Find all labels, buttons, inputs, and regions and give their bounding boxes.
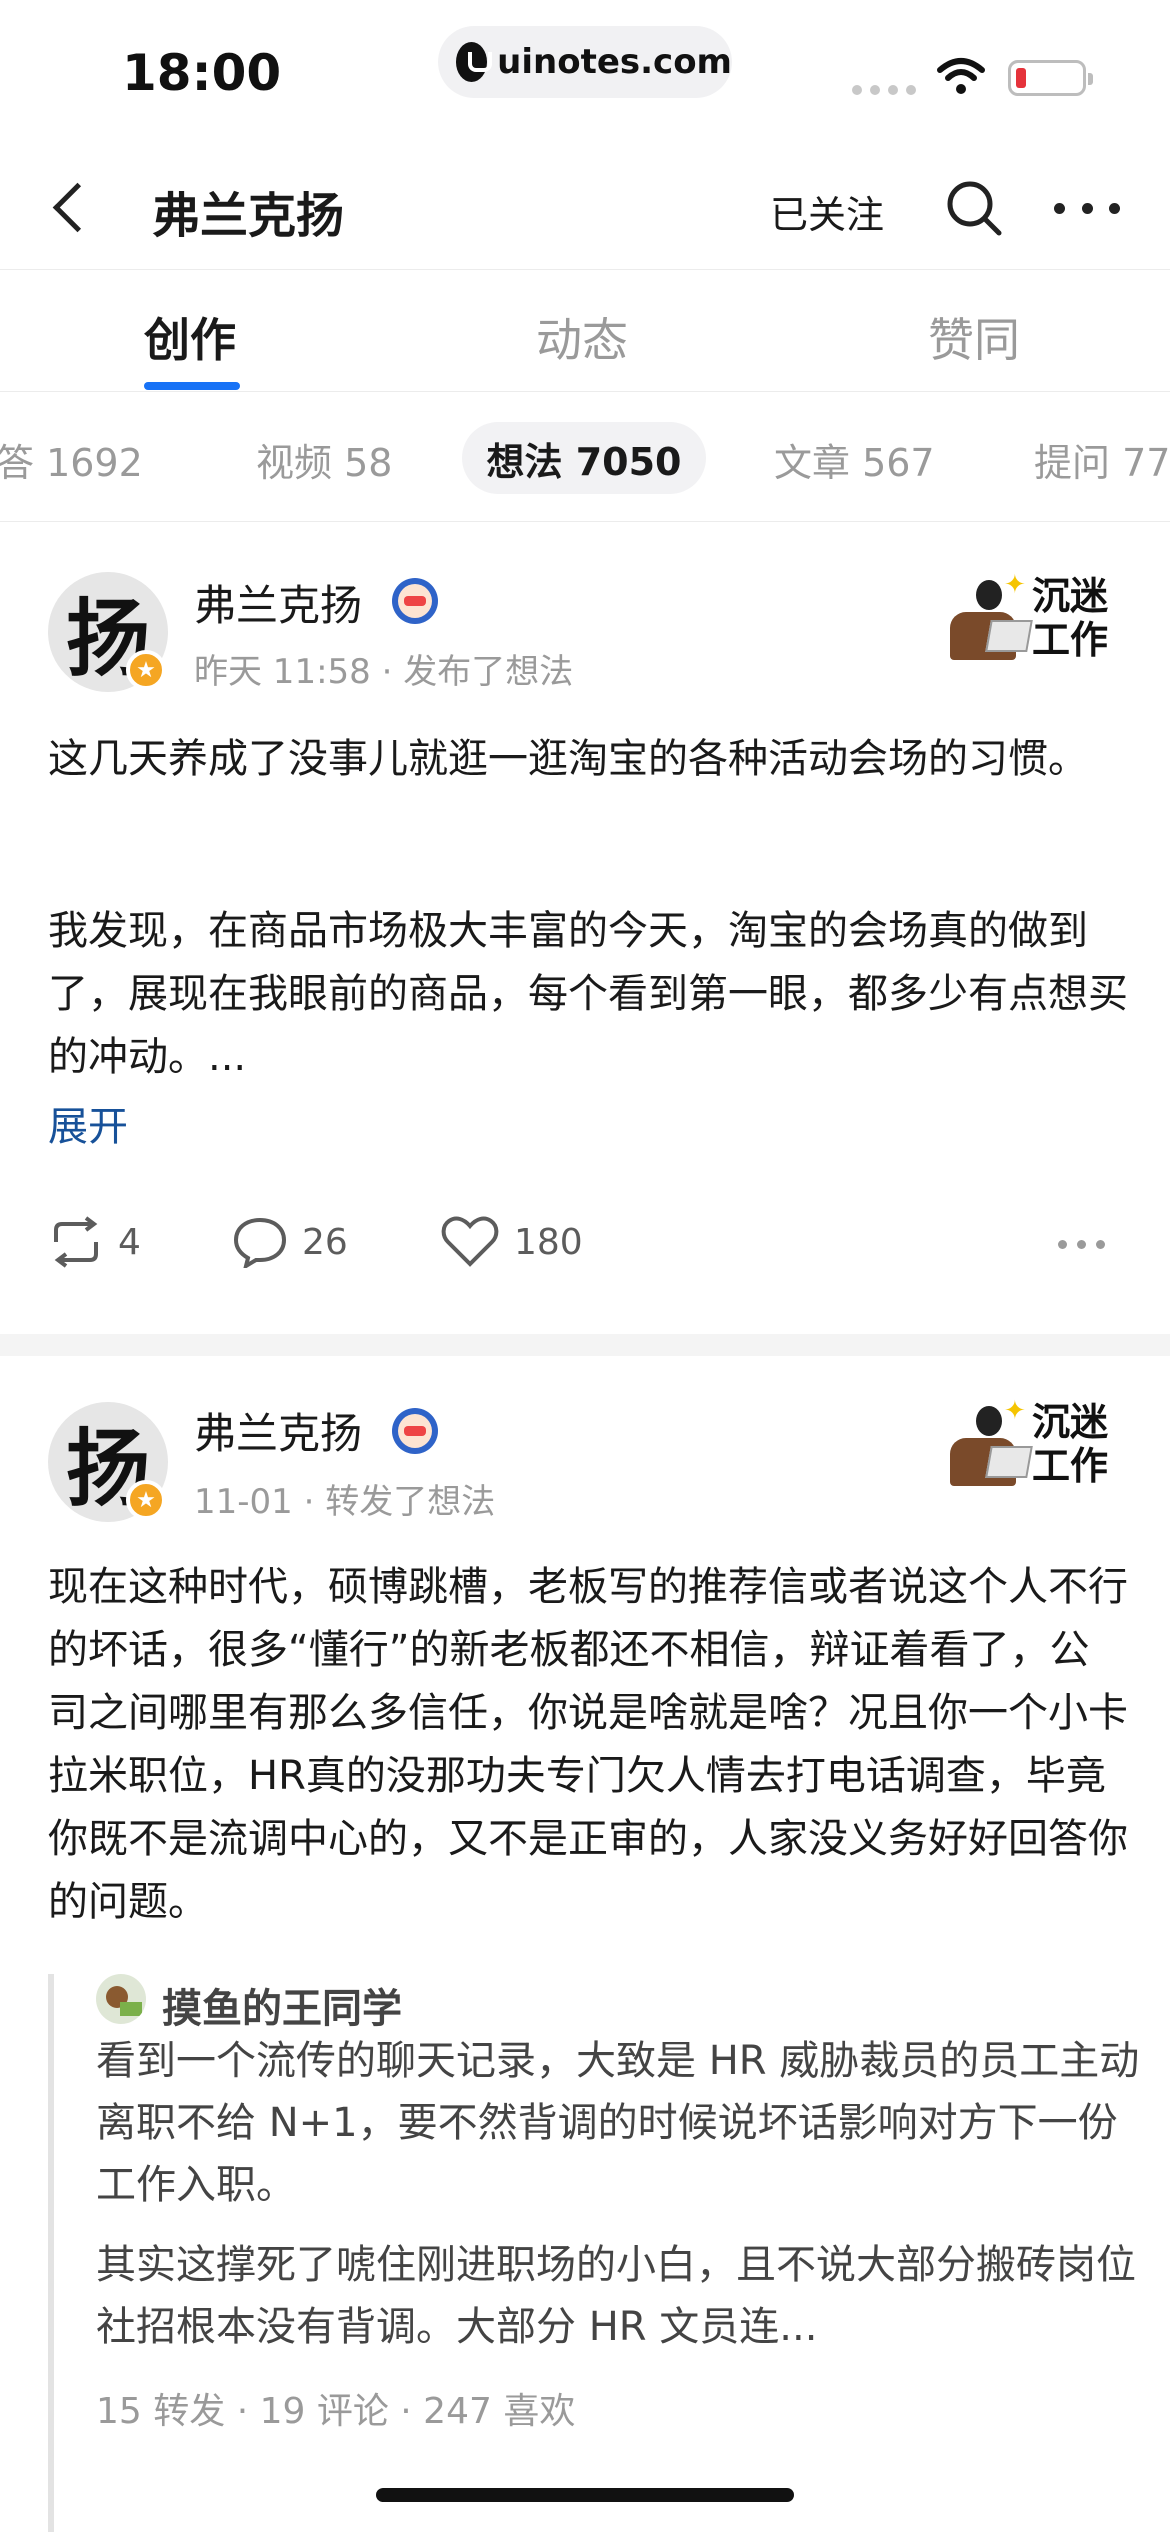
sub-tabs: 回答 1692 视频 58 想法 7050 文章 567 提问 77: [0, 392, 1170, 522]
like-button[interactable]: 180: [440, 1216, 583, 1268]
post-text-1[interactable]: 这几天养成了没事儿就逛一逛淘宝的各种活动会场的习惯。: [48, 728, 1128, 791]
comment-button[interactable]: 26: [232, 1216, 348, 1268]
status-bar: 18:00 uinotes.com: [0, 0, 1170, 140]
quoted-thought[interactable]: 摸鱼的王同学 看到一个流传的聊天记录，大致是 HR 威胁裁员的员工主动离职不给 …: [48, 1974, 1139, 2532]
more-options-icon[interactable]: [1054, 196, 1120, 220]
section-divider: [0, 1334, 1170, 1356]
page-title: 弗兰克扬: [152, 188, 345, 244]
tab-activity[interactable]: 动态: [536, 304, 628, 370]
quote-avatar[interactable]: [96, 1974, 146, 2024]
member-badge-icon: [392, 1408, 438, 1454]
subtab-answers[interactable]: 回答 1692: [0, 432, 143, 487]
sparkle-icon: ✦: [1004, 570, 1026, 600]
url-text: uinotes.com: [497, 42, 732, 82]
tab-active-indicator: [144, 382, 240, 390]
like-count: 180: [514, 1221, 583, 1263]
battery-icon: [1008, 60, 1093, 96]
back-button[interactable]: [44, 178, 96, 234]
cellular-signal-icon: [852, 85, 916, 95]
home-indicator[interactable]: [376, 2488, 794, 2502]
action-bar: 4 26 180: [48, 1216, 1128, 1276]
subtab-videos[interactable]: 视频 58: [256, 432, 392, 487]
badge-text: 沉迷工作: [1032, 1399, 1109, 1488]
post-card[interactable]: 扬 ★ 弗兰克扬 昨天 11:58 · 发布了想法 ✦ 沉迷工作 这几天养成了没…: [0, 522, 1170, 1334]
subtab-articles[interactable]: 文章 567: [774, 432, 935, 487]
star-badge-icon: ★: [126, 650, 166, 690]
quote-text-1: 看到一个流传的聊天记录，大致是 HR 威胁裁员的员工主动离职不给 N+1，要不然…: [96, 2038, 1140, 2208]
post-card[interactable]: 扬 ★ 弗兰克扬 11-01 · 转发了想法 ✦ 沉迷工作 现在这种时代，硕博跳…: [0, 1356, 1170, 2532]
post-text[interactable]: 现在这种时代，硕博跳槽，老板写的推荐信或者说这个人不行的坏话，很多“懂行”的新老…: [48, 1556, 1128, 1934]
author-name[interactable]: 弗兰克扬: [194, 572, 362, 633]
expand-link[interactable]: 展开: [48, 1094, 128, 1152]
star-badge-icon: ★: [126, 1480, 166, 1520]
work-badge[interactable]: ✦ 沉迷工作: [948, 1396, 1124, 1496]
work-badge[interactable]: ✦ 沉迷工作: [948, 570, 1124, 670]
repost-button[interactable]: 4: [48, 1216, 141, 1268]
follow-button[interactable]: 已关注: [770, 184, 884, 239]
post-more-icon[interactable]: [1058, 1240, 1105, 1249]
repost-count: 4: [118, 1221, 141, 1263]
member-badge-icon: [392, 578, 438, 624]
subtab-thoughts[interactable]: 想法 7050: [462, 422, 706, 494]
site-logo-icon: [456, 42, 493, 82]
main-tabs: 创作 动态 赞同: [0, 270, 1170, 392]
tab-creation[interactable]: 创作: [144, 304, 236, 370]
quote-stats: 15 转发 · 19 评论 · 247 喜欢: [96, 2391, 576, 2432]
wifi-icon: [937, 58, 985, 94]
comment-icon: [233, 1217, 287, 1268]
post-text-2[interactable]: 我发现，在商品市场极大丰富的今天，淘宝的会场真的做到了，展现在我眼前的商品，每个…: [48, 900, 1128, 1089]
quote-text-2: 其实这撑死了唬住刚进职场的小白，且不说大部分搬砖岗位社招根本没有背调。大部分 H…: [96, 2242, 1136, 2350]
url-pill[interactable]: uinotes.com: [438, 26, 732, 98]
post-meta: 昨天 11:58 · 发布了想法: [194, 652, 574, 692]
status-time: 18:00: [122, 44, 282, 102]
search-icon[interactable]: [944, 178, 1004, 238]
sparkle-icon: ✦: [1004, 1396, 1026, 1426]
heart-icon: [441, 1216, 499, 1267]
nav-bar: 弗兰克扬 已关注: [0, 140, 1170, 270]
author-name[interactable]: 弗兰克扬: [194, 1400, 362, 1461]
repost-icon: [54, 1216, 98, 1268]
subtab-questions[interactable]: 提问 77: [1034, 432, 1170, 487]
comment-count: 26: [302, 1221, 348, 1263]
badge-text: 沉迷工作: [1032, 573, 1109, 662]
post-meta: 11-01 · 转发了想法: [194, 1482, 496, 1522]
quote-author[interactable]: 摸鱼的王同学: [162, 1976, 402, 2034]
tab-upvotes[interactable]: 赞同: [928, 304, 1020, 370]
